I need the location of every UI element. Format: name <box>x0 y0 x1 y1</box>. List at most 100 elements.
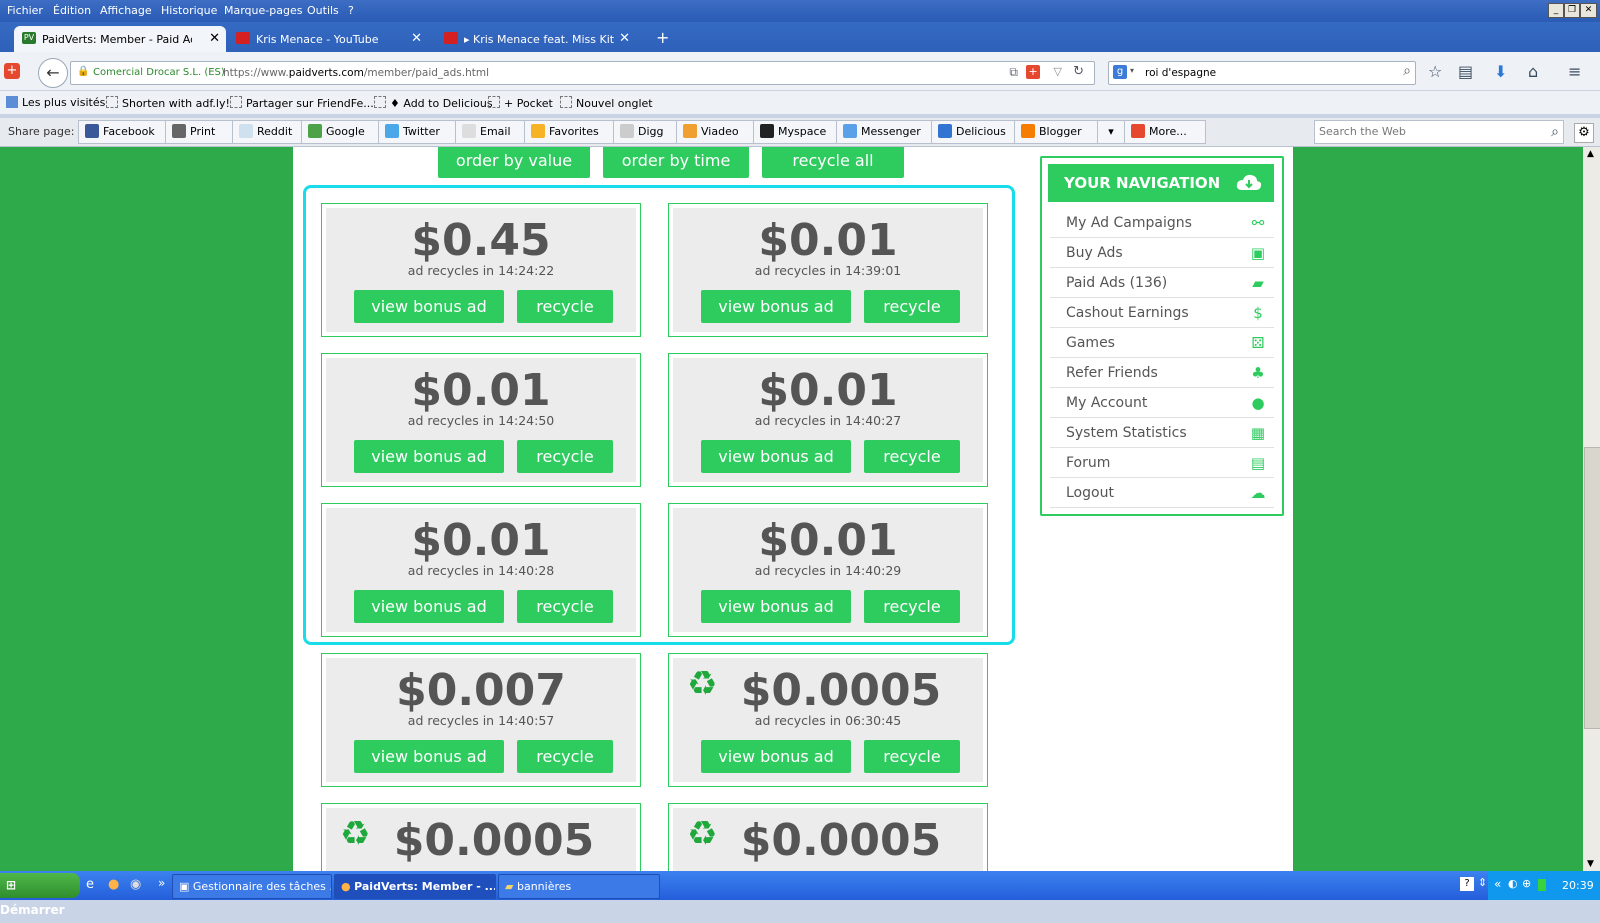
recycle-button[interactable]: recycle <box>864 590 960 623</box>
tab-youtube-1[interactable]: Kris Menace - YouTube ✕ <box>228 26 428 52</box>
view-bonus-ad-button[interactable]: view bonus ad <box>354 290 504 323</box>
back-arrow-icon[interactable]: ← <box>38 58 68 88</box>
task-task-manager[interactable]: ▣ Gestionnaire des tâches ... <box>172 874 332 899</box>
share-messenger-button[interactable]: Messenger <box>836 120 932 144</box>
bookmarks-list-icon[interactable]: ▤ <box>1458 62 1473 81</box>
nav-my-account[interactable]: My Account ● <box>1050 388 1274 418</box>
nav-logout[interactable]: Logout ☁ <box>1050 478 1274 508</box>
scroll-up-arrow-icon[interactable]: ▲ <box>1587 149 1594 159</box>
view-bonus-ad-button[interactable]: view bonus ad <box>354 590 504 623</box>
addon-plus-icon[interactable]: + <box>1026 65 1040 79</box>
reload-icon[interactable]: ↻ <box>1073 64 1084 79</box>
close-tab-icon[interactable]: ✕ <box>209 31 220 46</box>
recycle-button[interactable]: recycle <box>864 740 960 773</box>
reader-icon[interactable]: ⧉ <box>1009 65 1018 80</box>
menu-outils[interactable]: Outils <box>307 4 339 17</box>
menu-help[interactable]: ? <box>348 4 354 17</box>
page-scrollbar[interactable]: ▲ ▼ <box>1583 147 1600 871</box>
nav-buy-ads[interactable]: Buy Ads ▣ <box>1050 238 1274 268</box>
menu-fichier[interactable]: Fichier <box>7 4 43 17</box>
task-bannieres[interactable]: ▰ bannières <box>498 874 660 899</box>
home-icon[interactable]: ⌂ <box>1528 62 1538 81</box>
view-bonus-ad-button[interactable]: view bonus ad <box>701 440 851 473</box>
menu-affichage[interactable]: Affichage <box>100 4 152 17</box>
scrollbar-thumb[interactable] <box>1584 447 1600 729</box>
view-bonus-ad-button[interactable]: view bonus ad <box>354 440 504 473</box>
minimize-button[interactable]: _ <box>1548 3 1564 18</box>
engine-dropdown-icon[interactable]: ▾ <box>1130 66 1134 75</box>
share-myspace-button[interactable]: Myspace <box>753 120 837 144</box>
recycle-button[interactable]: recycle <box>517 740 613 773</box>
recycle-button[interactable]: recycle <box>517 440 613 473</box>
share-reddit-button[interactable]: Reddit <box>232 120 302 144</box>
nav-my-ad-campaigns[interactable]: My Ad Campaigns ⚯ <box>1050 208 1274 238</box>
google-engine-icon[interactable]: g <box>1113 65 1127 79</box>
recycle-button[interactable]: recycle <box>864 290 960 323</box>
nav-refer-friends[interactable]: Refer Friends ♣ <box>1050 358 1274 388</box>
recycle-button[interactable]: recycle <box>864 440 960 473</box>
share-more-button[interactable]: More... <box>1124 120 1206 144</box>
url-text[interactable]: https://www.paidverts.com/member/paid_ad… <box>223 67 489 79</box>
tab-youtube-2[interactable]: ▸ Kris Menace feat. Miss Kitti... ✕ <box>436 26 636 52</box>
view-bonus-ad-button[interactable]: view bonus ad <box>701 740 851 773</box>
close-window-button[interactable]: ✕ <box>1580 3 1597 18</box>
close-tab-icon[interactable]: ✕ <box>411 31 422 46</box>
new-tab-button[interactable]: + <box>656 28 669 47</box>
nav-system-statistics[interactable]: System Statistics ▦ <box>1050 418 1274 448</box>
bookmark-pocket[interactable]: + Pocket <box>488 96 553 110</box>
addon-plus-icon[interactable]: + <box>4 63 20 79</box>
share-digg-button[interactable]: Digg <box>613 120 677 144</box>
view-bonus-ad-button[interactable]: view bonus ad <box>701 290 851 323</box>
dropdown-arrow-icon[interactable]: ▽ <box>1054 65 1062 78</box>
site-identity[interactable]: Comercial Drocar S.L. (ES) <box>93 67 225 78</box>
overflow-chevron-icon[interactable]: » <box>158 876 165 890</box>
restore-button[interactable]: ❐ <box>1564 3 1580 18</box>
close-tab-icon[interactable]: ✕ <box>619 31 630 46</box>
view-bonus-ad-button[interactable]: view bonus ad <box>701 590 851 623</box>
search-icon[interactable]: ⌕ <box>1551 121 1559 143</box>
search-input[interactable]: roi d'espagne <box>1145 67 1216 79</box>
recycle-button[interactable]: recycle <box>517 590 613 623</box>
download-icon[interactable]: ⬇ <box>1494 62 1507 81</box>
tab-paidverts[interactable]: PV PaidVerts: Member - Paid Ads ✕ <box>14 26 226 52</box>
url-bar[interactable]: 🔒 Comercial Drocar S.L. (ES) https://www… <box>70 61 1095 85</box>
bookmark-new-tab[interactable]: Nouvel onglet <box>560 96 653 110</box>
menu-edition[interactable]: Édition <box>53 4 91 17</box>
tray-expand-icon[interactable]: « <box>1494 877 1501 891</box>
keyboard-icon[interactable]: ⇕ <box>1478 876 1487 889</box>
bookmark-most-visited[interactable]: Les plus visités <box>6 96 105 109</box>
search-icon[interactable]: ⌕ <box>1403 63 1411 79</box>
order-by-value-button[interactable]: order by value <box>438 147 590 178</box>
ie-icon[interactable]: e <box>86 877 94 892</box>
volume-icon[interactable]: ◐ <box>1508 877 1518 890</box>
firefox-icon[interactable]: ● <box>108 877 119 892</box>
scroll-down-arrow-icon[interactable]: ▼ <box>1587 859 1594 869</box>
network-icon[interactable]: ⊕ <box>1522 877 1531 890</box>
share-print-button[interactable]: Print <box>165 120 233 144</box>
share-email-button[interactable]: Email <box>455 120 525 144</box>
share-dropdown-button[interactable]: ▾ <box>1097 120 1125 144</box>
chrome-icon[interactable]: ◉ <box>130 877 141 892</box>
bookmark-star-icon[interactable]: ☆ <box>1428 62 1442 81</box>
share-facebook-button[interactable]: Facebook <box>78 120 166 144</box>
share-viadeo-button[interactable]: Viadeo <box>676 120 754 144</box>
nav-paid-ads[interactable]: Paid Ads (136) ▰ <box>1050 268 1274 298</box>
recycle-button[interactable]: recycle <box>517 290 613 323</box>
bookmark-delicious[interactable]: ♦ Add to Delicious <box>374 96 493 110</box>
bookmark-friendfeed[interactable]: Partager sur FriendFe... <box>230 96 374 110</box>
share-delicious-button[interactable]: Delicious <box>931 120 1015 144</box>
gear-icon[interactable]: ⚙ <box>1574 123 1594 143</box>
share-search-input[interactable]: Search the Web ⌕ <box>1314 120 1564 144</box>
search-bar[interactable]: g ▾ roi d'espagne ⌕ <box>1108 61 1416 85</box>
share-blogger-button[interactable]: Blogger <box>1014 120 1098 144</box>
nav-cashout-earnings[interactable]: Cashout Earnings $ <box>1050 298 1274 328</box>
view-bonus-ad-button[interactable]: view bonus ad <box>354 740 504 773</box>
task-paidverts[interactable]: ● PaidVerts: Member - ... <box>334 874 496 899</box>
order-by-time-button[interactable]: order by time <box>603 147 749 178</box>
help-icon[interactable]: ? <box>1460 877 1474 891</box>
nav-games[interactable]: Games ⚄ <box>1050 328 1274 358</box>
menu-historique[interactable]: Historique <box>161 4 217 17</box>
share-favorites-button[interactable]: Favorites <box>524 120 614 144</box>
nav-forum[interactable]: Forum ▤ <box>1050 448 1274 478</box>
share-google-button[interactable]: Google <box>301 120 379 144</box>
